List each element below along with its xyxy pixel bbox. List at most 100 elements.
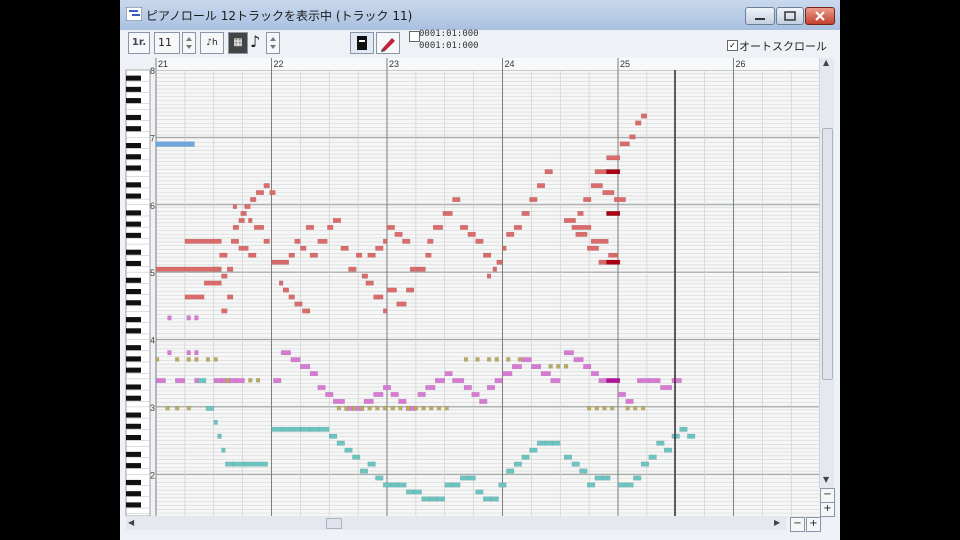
black-key (126, 126, 141, 132)
note-pink (486, 385, 496, 390)
black-key (126, 451, 141, 457)
note-red (263, 183, 270, 189)
note-red (602, 190, 615, 196)
note-olive (475, 357, 480, 362)
note-teal (459, 475, 469, 481)
note-pink (417, 392, 426, 397)
vertical-scroll-thumb[interactable] (822, 128, 833, 380)
note-olive (336, 405, 341, 411)
note-pink (175, 378, 186, 384)
note-red (521, 211, 530, 216)
note-teal (452, 482, 461, 488)
vertical-scrollbar[interactable]: ▲ ▼ (819, 58, 834, 488)
note-teal (290, 426, 301, 432)
horizontal-scroll-thumb[interactable] (326, 518, 342, 529)
note-teal (271, 426, 282, 432)
note-red (386, 224, 395, 230)
note-red (425, 252, 432, 258)
black-key (126, 491, 141, 497)
black-key (126, 221, 141, 227)
black-key (126, 165, 141, 171)
note-teal (213, 419, 218, 425)
note-red (590, 183, 603, 189)
note-red (506, 231, 515, 237)
note-pink (309, 371, 318, 377)
black-key (126, 193, 141, 199)
black-key (126, 395, 141, 401)
note-olive (175, 357, 180, 362)
zoom-in-horizontal-button[interactable]: + (806, 517, 821, 532)
note-teal (309, 426, 320, 432)
note-teal (664, 447, 673, 453)
note-red (544, 169, 553, 175)
note-red (294, 301, 303, 307)
black-key (126, 143, 141, 149)
scroll-left-icon[interactable]: ◀ (128, 518, 134, 527)
note-red (583, 197, 592, 203)
note-pink (425, 385, 436, 390)
scroll-down-icon[interactable]: ▼ (823, 475, 829, 484)
note-olive (248, 378, 253, 383)
note-teal (198, 378, 207, 384)
note-teal (625, 482, 634, 488)
note-teal (498, 482, 507, 488)
note-pink (228, 378, 238, 384)
note-teal (594, 475, 603, 481)
note-olive (375, 405, 380, 411)
zoom-out-vertical-button[interactable]: − (820, 488, 835, 503)
note-pink (471, 392, 480, 397)
note-pink (660, 385, 673, 390)
note-teal (205, 405, 214, 411)
scroll-up-icon[interactable]: ▲ (823, 58, 829, 67)
note-red (238, 245, 249, 251)
black-key (126, 86, 141, 92)
note-pink (194, 315, 199, 321)
note-teal (687, 433, 696, 439)
note-magenta-selected (606, 378, 621, 384)
note-red (619, 141, 630, 147)
note-teal (429, 496, 438, 502)
note-olive (548, 364, 553, 369)
note-red (269, 190, 276, 196)
octave-label: 3 (150, 403, 155, 413)
note-pink (390, 392, 399, 397)
note-pink (637, 378, 650, 384)
note-teal (633, 475, 642, 481)
note-red (427, 238, 434, 244)
note-red (536, 183, 546, 189)
note-olive (255, 378, 261, 383)
scroll-right-icon[interactable]: ▶ (774, 518, 780, 527)
note-red (361, 273, 368, 279)
zoom-in-vertical-button[interactable]: + (820, 502, 835, 517)
note-olive (463, 357, 469, 362)
note-teal (571, 461, 580, 467)
note-pink (479, 398, 488, 404)
note-olive (367, 405, 372, 411)
note-teal (280, 426, 291, 432)
note-olive (625, 405, 630, 411)
note-red (640, 113, 648, 119)
note-teal (475, 489, 484, 495)
horizontal-scrollbar[interactable]: ◀ ▶ (126, 516, 786, 530)
note-red (402, 238, 411, 244)
note-red (394, 231, 403, 237)
black-key (126, 502, 141, 508)
note-olive (194, 357, 199, 362)
zoom-out-horizontal-button[interactable]: − (790, 517, 805, 532)
piano-roll-canvas[interactable]: 8 7 6 5 4 3 2 21 22 23 24 25 26 (120, 0, 840, 540)
note-red (332, 217, 342, 223)
note-pink (280, 350, 291, 356)
black-key (126, 154, 141, 160)
note-teal (390, 482, 399, 488)
note-red (496, 259, 503, 265)
note-red (305, 224, 315, 230)
note-olive (213, 357, 218, 362)
note-olive (429, 405, 434, 411)
note-red (294, 238, 301, 244)
black-key (126, 75, 141, 81)
note-olive (175, 405, 180, 411)
note-olive (406, 405, 411, 411)
note-red-selected (606, 211, 621, 216)
note-olive (602, 405, 607, 411)
note-red (255, 190, 265, 196)
